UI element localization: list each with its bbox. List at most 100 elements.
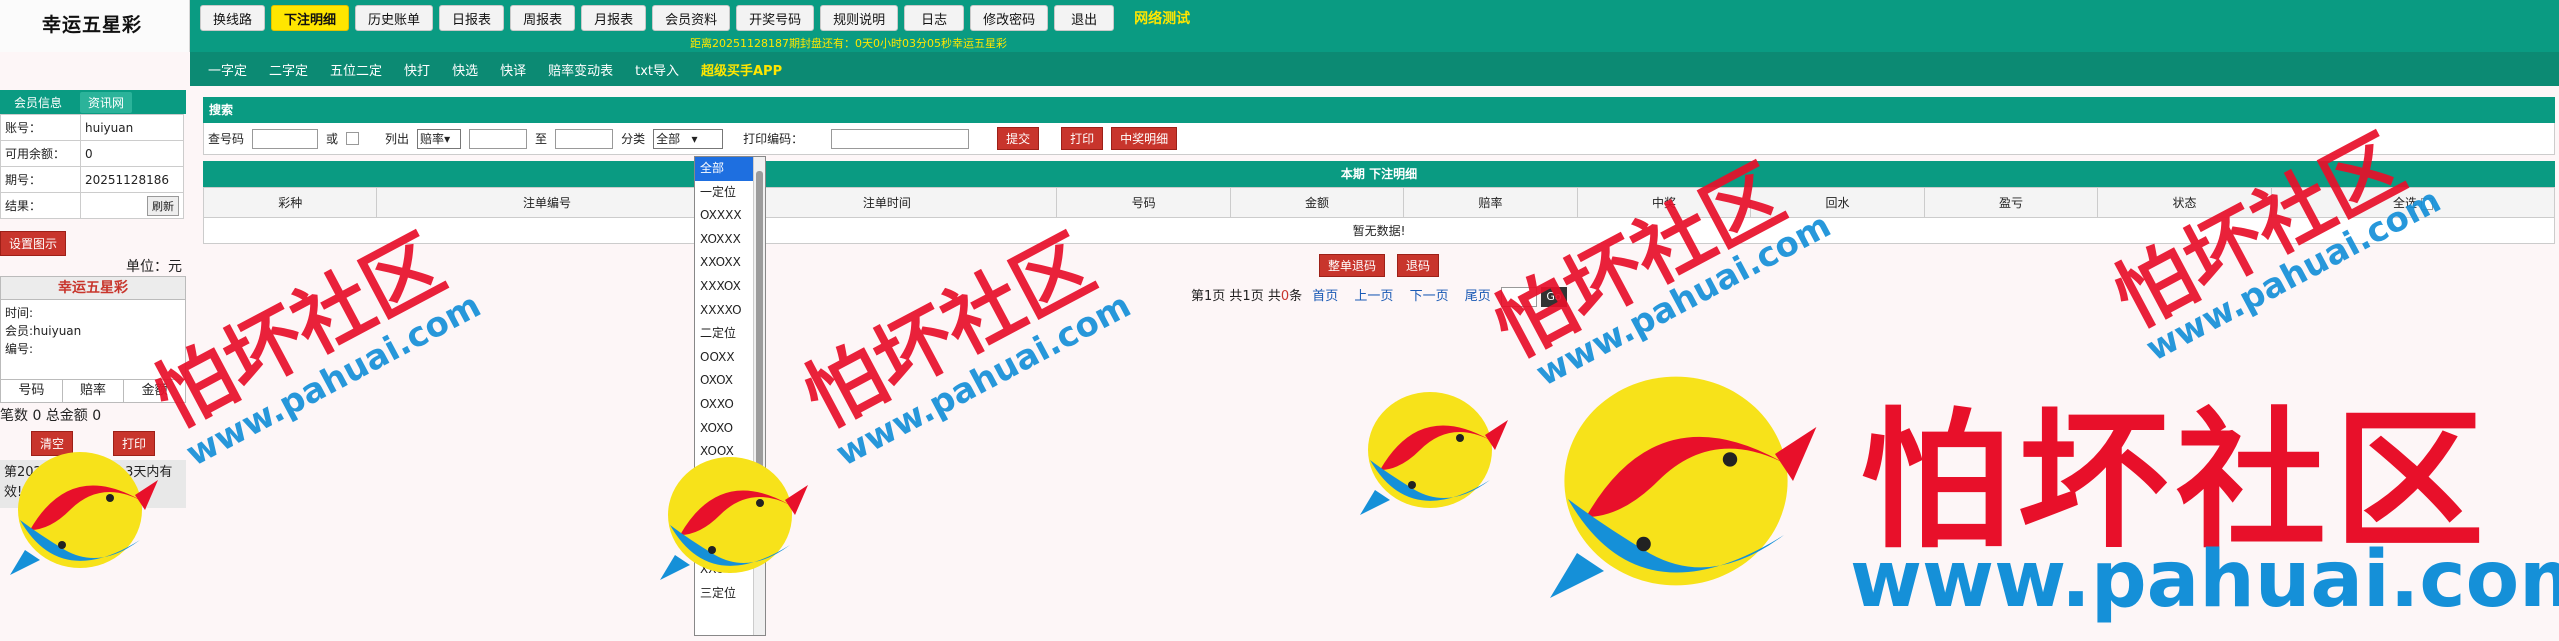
subnav-super-buyer-app[interactable]: 超级买手APP (701, 60, 782, 79)
print-button[interactable]: 打印 (1061, 127, 1104, 150)
pager-last[interactable]: 尾页 (1465, 289, 1491, 304)
nav-bet-details[interactable]: 下注明细 (271, 5, 350, 31)
col-order-id: 注单编号 (376, 187, 718, 218)
table-row: 期号： 20251128186 (0, 166, 184, 193)
print-slip-button[interactable]: 打印 (113, 431, 156, 456)
tab-info-net[interactable]: 资讯网 (80, 91, 133, 113)
col-lottery: 彩种 (202, 187, 378, 218)
col-order-time: 注单时间 (716, 187, 1058, 218)
left-panel: 会员信息 资讯网 账号： huiyuan 可用余额： 0 期号： 2025112… (0, 90, 186, 508)
range-to-input[interactable] (555, 128, 614, 149)
nav-rules[interactable]: 规则说明 (820, 5, 899, 31)
table-row: 账号： huiyuan (0, 114, 184, 141)
main-content: 搜索 查号码 或 列出 赔率 ▾ 至 分类 全部 ▾ 打印编码： 提交 打印 中奖… (202, 97, 2556, 307)
nav-log[interactable]: 日志 (904, 5, 965, 31)
table-row: 暂无数据! (203, 217, 2555, 244)
nav-logout[interactable]: 退出 (1054, 5, 1115, 31)
settings-button[interactable]: 设置图示 (0, 231, 67, 256)
info-value-period: 20251128186 (80, 166, 184, 193)
fish-logo-large-icon (1550, 376, 1817, 598)
slip-body: 时间: 会员:huiyuan 编号: (0, 300, 186, 380)
list-by-select[interactable]: 赔率 ▾ (417, 128, 462, 149)
dropdown-scrollbar[interactable] (753, 157, 765, 635)
pager-first[interactable]: 首页 (1312, 289, 1338, 304)
nav-daily-report[interactable]: 日报表 (439, 5, 505, 31)
sub-nav: 一字定 二字定 五位二定 快打 快选 快译 赔率变动表 txt导入 超级买手AP… (190, 52, 2559, 86)
clear-button[interactable]: 清空 (30, 431, 73, 456)
pager-text: 条 (1289, 289, 1303, 304)
go-button[interactable]: Go (1541, 286, 1568, 307)
search-or-checkbox[interactable] (346, 132, 360, 145)
nav-member-info[interactable]: 会员资料 (652, 5, 731, 31)
info-value-account: huiyuan (80, 114, 184, 141)
nav-history[interactable]: 历史账单 (355, 5, 434, 31)
brand-logo: 幸运五星彩 (0, 0, 190, 52)
slip-col-amount: 金额 (141, 383, 168, 398)
pagination: 第1页 共1页 共0条 首页 上一页 下一页 尾页 Go (203, 285, 2555, 307)
watermark-text-large: 怕坏社区 (1860, 393, 2493, 569)
search-bar: 查号码 或 列出 赔率 ▾ 至 分类 全部 ▾ 打印编码： 提交 打印 中奖明细 (203, 123, 2555, 155)
table-header-row: 彩种 注单编号 注单时间 号码 金额 赔率 中奖 回水 盈亏 状态 全选 (202, 187, 2556, 218)
pager-next[interactable]: 下一页 (1410, 289, 1449, 304)
slip-note: 第20251128186期 3天内有效!! (0, 460, 186, 508)
subnav-one-digit[interactable]: 一字定 (208, 60, 247, 79)
search-label-print-code: 打印编码： (743, 132, 804, 146)
subnav-odds-table[interactable]: 赔率变动表 (548, 60, 613, 79)
refresh-button[interactable]: 刷新 (147, 195, 179, 216)
nav-draw-numbers[interactable]: 开奖号码 (736, 5, 815, 31)
search-label-number: 查号码 (208, 132, 245, 146)
col-number: 号码 (1056, 187, 1231, 218)
col-rebate: 回水 (1750, 187, 1925, 218)
slip-col-number: 号码 (1, 380, 63, 402)
subnav-quick-pick[interactable]: 快选 (452, 60, 478, 79)
range-from-input[interactable] (469, 128, 528, 149)
refund-button[interactable]: 退码 (1397, 254, 1440, 277)
search-label-or: 或 (326, 132, 339, 146)
period-table-title: 本期 下注明细 (203, 161, 2555, 187)
nav-weekly-report[interactable]: 周报表 (510, 5, 576, 31)
refund-actions: 整单退码 退码 (203, 254, 2555, 277)
slip-total: 笔数 0 总金额 0 (0, 408, 102, 424)
nav-network-test[interactable]: 网络测试 (1134, 5, 1190, 31)
pager-text: 页 共 (1212, 289, 1243, 304)
table-row: 结果： 刷新 (0, 192, 184, 219)
col-select-all: 全选 (2270, 187, 2556, 218)
tab-member-info[interactable]: 会员信息 (6, 92, 70, 113)
category-value: 全部 (656, 132, 681, 146)
page-number-input[interactable] (1500, 286, 1537, 307)
col-odds: 赔率 (1403, 187, 1578, 218)
info-label-period: 期号： (0, 166, 81, 193)
subnav-quick-translate[interactable]: 快译 (500, 60, 526, 79)
pager-text: 第 (1190, 289, 1204, 304)
slip-columns: 号码 赔率 金额 (0, 380, 186, 403)
refund-all-button[interactable]: 整单退码 (1318, 254, 1385, 277)
nav-monthly-report[interactable]: 月报表 (581, 5, 647, 31)
subnav-two-digit[interactable]: 二字定 (269, 60, 308, 79)
category-select[interactable]: 全部 ▾ (653, 128, 724, 149)
info-value-balance: 0 (80, 140, 184, 167)
subnav-txt-import[interactable]: txt导入 (635, 60, 679, 79)
member-info-table: 账号： huiyuan 可用余额： 0 期号： 20251128186 结果： … (0, 114, 184, 219)
info-label-result: 结果： (0, 192, 81, 219)
col-win: 中奖 (1576, 187, 1752, 218)
print-code-input[interactable] (831, 128, 970, 149)
nav-switch-line[interactable]: 换线路 (200, 5, 266, 31)
col-status: 状态 (2097, 187, 2272, 218)
submit-button[interactable]: 提交 (997, 127, 1040, 150)
table-row: 可用余额： 0 (0, 140, 184, 167)
select-all-label: 全选 (2392, 196, 2417, 210)
watermark-url: www.pahuai.com (829, 285, 1138, 475)
search-label-category: 分类 (621, 132, 646, 146)
subnav-five-pos-two[interactable]: 五位二定 (330, 60, 382, 79)
dropdown-scroll-thumb[interactable] (756, 171, 763, 471)
nav-change-password[interactable]: 修改密码 (970, 5, 1049, 31)
subnav-quick-play[interactable]: 快打 (404, 60, 430, 79)
list-by-value: 赔率 (420, 132, 445, 146)
search-number-input[interactable] (252, 128, 319, 149)
empty-message: 暂无数据! (203, 217, 2555, 244)
winners-button[interactable]: 中奖明细 (1111, 127, 1178, 150)
pager-prev[interactable]: 上一页 (1354, 289, 1393, 304)
pager-total-rows: 0 (1280, 289, 1290, 304)
search-label-list: 列出 (385, 132, 410, 146)
select-all-checkbox[interactable] (2420, 197, 2433, 210)
